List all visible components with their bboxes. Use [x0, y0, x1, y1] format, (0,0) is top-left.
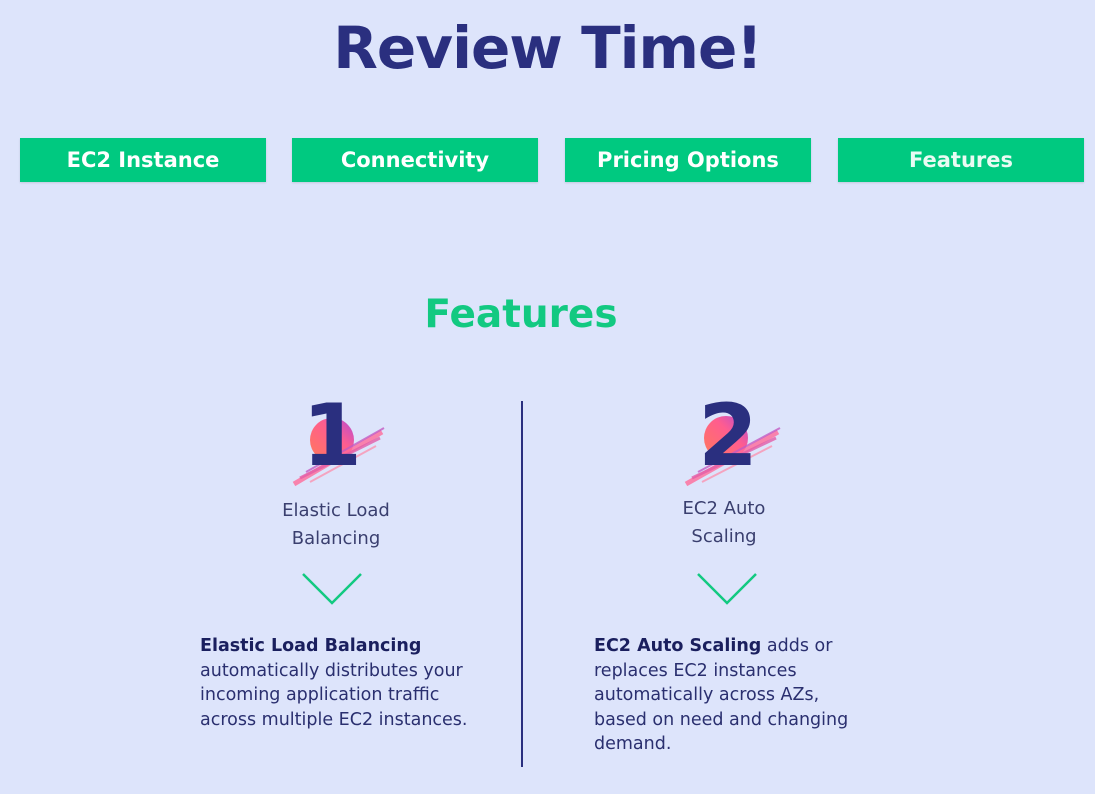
feature-description-line: based on need and changing [594, 709, 849, 730]
feature-description-line: incoming application traffic [200, 685, 440, 705]
feature-label: Elastic Load Balancing [226, 497, 446, 553]
page-title: Review Time! [333, 14, 762, 82]
tab-ec2-instance[interactable]: EC2 Instance [20, 138, 266, 182]
tab-label: Connectivity [340, 148, 490, 172]
feature-number-1: 1 [284, 386, 394, 492]
feature-description-text: adds or [761, 636, 833, 656]
feature-description-line: automatically distributes your [200, 660, 463, 681]
tab-label: Pricing Options [597, 148, 779, 172]
section-title: Features [424, 292, 618, 337]
tab-connectivity[interactable]: Connectivity [292, 138, 538, 182]
feature-description: Elastic Load Balancing automatically dis… [200, 634, 510, 732]
tab-pricing-options[interactable]: Pricing Options [565, 138, 811, 182]
feature-label-line: EC2 Auto [682, 498, 766, 519]
tab-label: EC2 Instance [66, 148, 220, 172]
feature-label-line: Elastic Load [282, 500, 390, 521]
chevron-down-icon [697, 573, 757, 605]
feature-description-line: automatically across AZs, [594, 685, 820, 705]
tab-label: Features [909, 148, 1013, 172]
feature-label: EC2 Auto Scaling [614, 495, 834, 551]
feature-number-text: 1 [302, 386, 362, 486]
feature-description-bold: Elastic Load Balancing [200, 636, 422, 656]
feature-description-line: replaces EC2 instances [594, 660, 797, 681]
feature-number-2: 2 [680, 386, 790, 492]
tab-features[interactable]: Features [838, 138, 1084, 182]
chevron-down-icon [302, 573, 362, 605]
feature-number-text: 2 [698, 386, 758, 486]
feature-description: EC2 Auto Scaling adds or replaces EC2 in… [594, 634, 894, 757]
feature-description-line: across multiple EC2 instances. [200, 709, 468, 730]
feature-label-line: Scaling [691, 526, 757, 547]
feature-description-line: demand. [594, 734, 672, 754]
feature-description-bold: EC2 Auto Scaling [594, 636, 762, 656]
feature-label-line: Balancing [291, 528, 381, 549]
column-divider [521, 401, 523, 767]
